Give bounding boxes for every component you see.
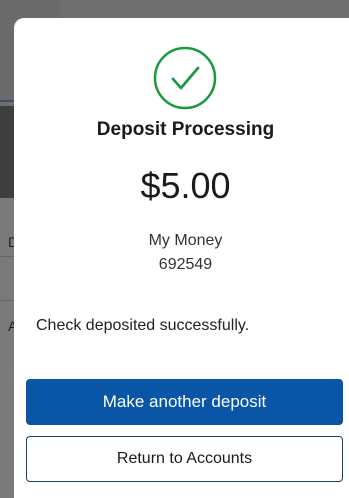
account-name: My Money [148,232,223,249]
account-number: 692549 [158,256,213,273]
status-message: Check deposited successfully. [36,317,250,334]
deposit-amount: $5.00 [140,165,231,206]
check-circle-icon [153,46,217,110]
return-to-accounts-button[interactable]: Return to Accounts [26,436,343,482]
dialog-title: Deposit Processing [96,119,275,140]
make-another-deposit-button[interactable]: Make another deposit [26,379,343,425]
deposit-confirmation-dialog: Deposit Processing $5.00 My Money 692549… [14,18,349,498]
background-accent-line [0,100,14,102]
background-divider [0,256,14,257]
background-divider [0,300,14,301]
background-dark-panel [0,106,14,198]
